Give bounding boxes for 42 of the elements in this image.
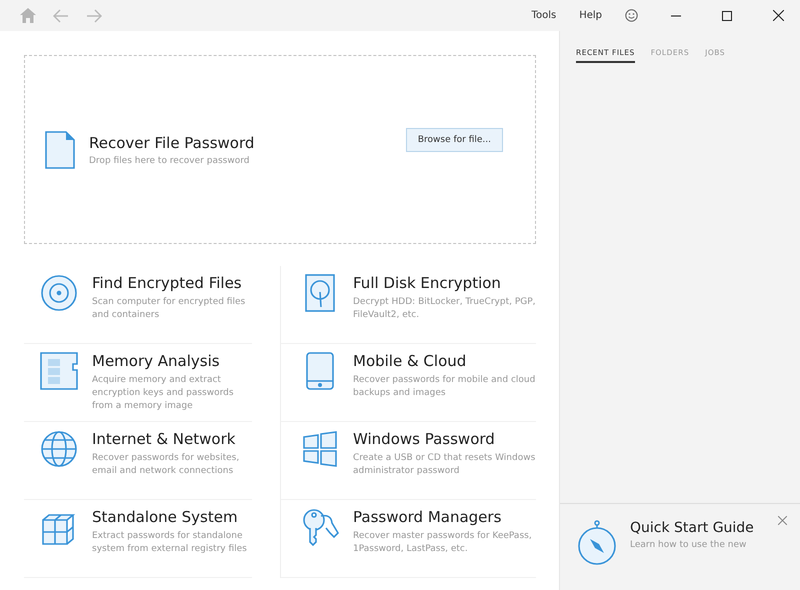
tile-description: Decrypt HDD: BitLocker, TrueCrypt, PGP, FileVault2, etc. bbox=[353, 296, 536, 322]
minimize-icon[interactable] bbox=[671, 14, 681, 16]
category-tile[interactable]: Standalone System Extract passwords for standalone system from external registry files bbox=[24, 500, 252, 578]
close-icon[interactable] bbox=[773, 10, 784, 21]
tile-title: Mobile & Cloud bbox=[353, 352, 468, 370]
tile-title: Memory Analysis bbox=[92, 352, 221, 370]
keys-icon bbox=[301, 508, 339, 546]
smiley-icon[interactable] bbox=[625, 9, 638, 22]
disc-icon bbox=[40, 274, 78, 312]
browse-button[interactable]: Browse for file... bbox=[406, 128, 503, 152]
drop-hint: Drop files here to recover password bbox=[89, 156, 250, 166]
category-tile[interactable]: Full Disk Encryption Decrypt HDD: BitLocker, TrueCrypt, PGP, FileVault2, etc. bbox=[280, 266, 536, 344]
category-tile[interactable]: Windows Password Create a USB or CD that resets Windows administrator password bbox=[280, 422, 536, 500]
tile-title: Full Disk Encryption bbox=[353, 274, 502, 292]
tile-title: Find Encrypted Files bbox=[92, 274, 243, 292]
tile-title: Standalone System bbox=[92, 508, 239, 526]
category-tile[interactable]: Password Managers Recover master passwords for KeePass, 1Password, LastPass, etc. bbox=[280, 500, 536, 578]
tile-title: Internet & Network bbox=[92, 430, 236, 448]
category-tile[interactable]: Find Encrypted Files Scan computer for encrypted files and containers bbox=[24, 266, 252, 344]
tile-title: Password Managers bbox=[353, 508, 502, 526]
menu-item[interactable]: Tools bbox=[532, 10, 556, 21]
tile-description: Extract passwords for standalone system from external registry files bbox=[92, 530, 248, 556]
maximize-icon[interactable] bbox=[722, 10, 732, 20]
tile-description: Acquire memory and extract encryption keys and passwords from a memory image bbox=[92, 374, 235, 413]
menu-item[interactable]: Help bbox=[579, 10, 602, 21]
document-icon bbox=[45, 130, 75, 168]
tile-title: Windows Password bbox=[353, 430, 496, 448]
quick-start-text: Learn how to use the new bbox=[630, 540, 748, 550]
tile-description: Recover master passwords for KeePass, 1Password, LastPass, etc. bbox=[353, 530, 533, 556]
tile-description: Recover passwords for mobile and cloud backups and images bbox=[353, 374, 536, 400]
tile-description: Create a USB or CD that resets Windows administrator password bbox=[353, 452, 536, 478]
tile-description: Scan computer for encrypted files and containers bbox=[92, 296, 246, 322]
quick-start-title: Quick Start Guide bbox=[630, 520, 754, 536]
category-tile[interactable]: Internet & Network Recover passwords for websites, email and network connections bbox=[24, 422, 252, 500]
category-tile[interactable]: Mobile & Cloud Recover passwords for mobile and cloud backups and images bbox=[280, 344, 536, 422]
globe-icon bbox=[40, 430, 78, 468]
category-tile[interactable]: Memory Analysis Acquire memory and extract encryption keys and passwords from a memory image bbox=[24, 344, 252, 422]
tile-description: Recover passwords for websites, email and network connections bbox=[92, 452, 240, 478]
memory-chip-icon bbox=[40, 352, 78, 390]
windows-logo-icon bbox=[301, 430, 339, 468]
drop-title: Recover File Password bbox=[89, 134, 256, 152]
compass-icon bbox=[576, 520, 618, 566]
